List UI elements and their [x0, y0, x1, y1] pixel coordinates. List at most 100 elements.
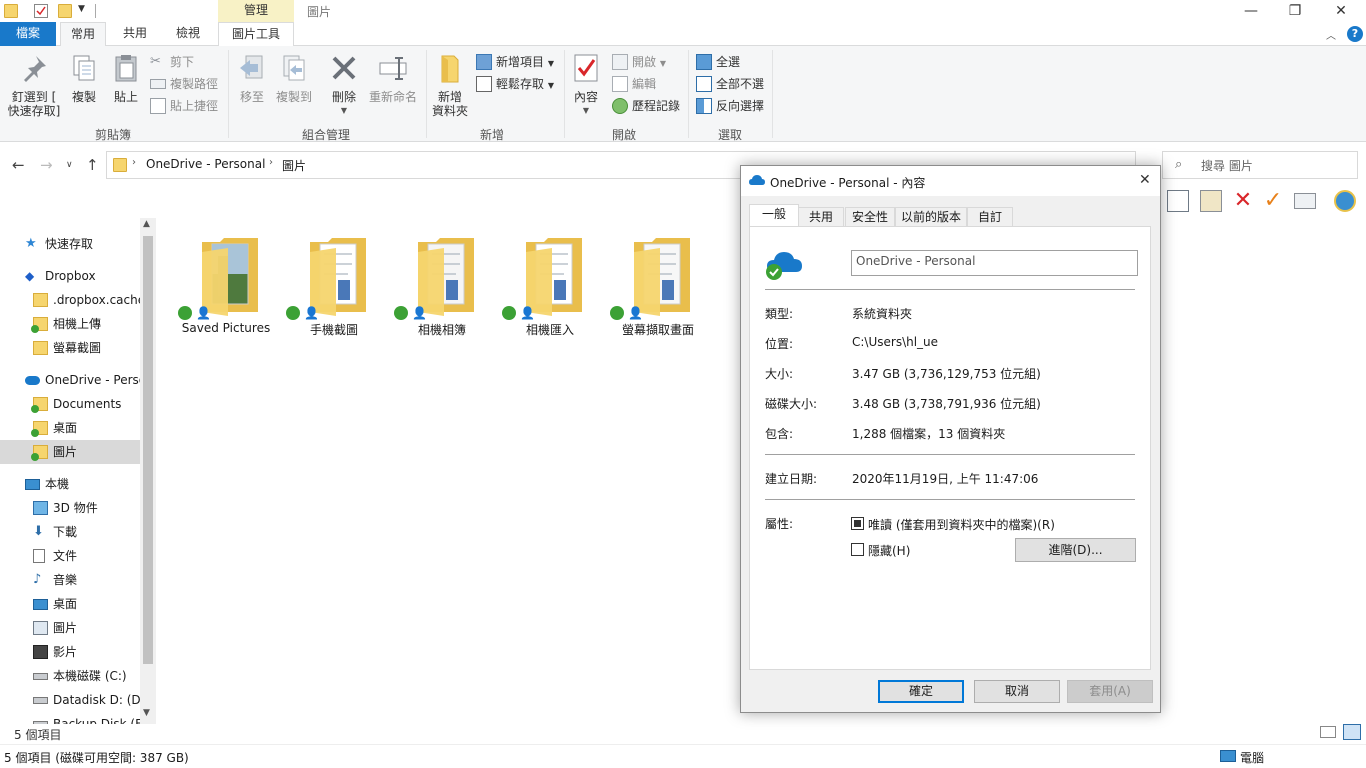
- nav-item-6[interactable]: Documents: [0, 392, 140, 416]
- easy-access-button[interactable]: 輕鬆存取 ▼: [476, 74, 554, 94]
- dialog-tab-customize[interactable]: 自訂: [967, 207, 1013, 227]
- new-item-button[interactable]: 新增項目 ▼: [476, 52, 554, 72]
- delete-toolbar-icon[interactable]: ✕: [1232, 190, 1254, 212]
- folder-name-field[interactable]: OneDrive - Personal: [851, 250, 1138, 276]
- properties-dropdown-icon: ▼: [582, 106, 590, 115]
- nav-item-label: Datadisk D: (D:: [53, 693, 140, 707]
- nav-item-label: 下載: [53, 525, 78, 539]
- edit-button[interactable]: 編輯: [612, 74, 656, 94]
- nav-item-label: 桌面: [53, 597, 78, 611]
- advanced-button[interactable]: 進階(D)...: [1015, 538, 1136, 562]
- folder-item[interactable]: 👤 相機相簿: [388, 232, 496, 338]
- search-box[interactable]: ⌕ 搜尋 圖片: [1162, 151, 1358, 179]
- dialog-separator: [765, 454, 1135, 455]
- dialog-tab-sharing[interactable]: 共用: [798, 207, 844, 227]
- collapse-ribbon-icon[interactable]: ︿: [1326, 27, 1336, 42]
- ok-button[interactable]: 確定: [878, 680, 964, 703]
- select-none-button[interactable]: 全部不選: [696, 74, 764, 94]
- tab-file[interactable]: 檔案: [0, 22, 56, 46]
- paste-toolbar-icon[interactable]: [1200, 190, 1222, 212]
- nav-item-16[interactable]: 影片: [0, 640, 140, 664]
- apply-button[interactable]: 套用(A): [1067, 680, 1153, 703]
- tab-view[interactable]: 檢視: [165, 22, 211, 46]
- move-to-button[interactable]: 移至: [234, 52, 270, 104]
- select-all-button[interactable]: 全選: [696, 52, 740, 72]
- nav-item-3[interactable]: 相機上傳: [0, 312, 140, 336]
- pin-quick-access-button[interactable]: 釘選到 [ 快速存取]: [6, 52, 62, 118]
- nav-item-18[interactable]: Datadisk D: (D:: [0, 688, 140, 712]
- minimize-button[interactable]: —: [1228, 0, 1274, 22]
- folder-item[interactable]: 👤 Saved Pictures: [172, 232, 280, 338]
- nav-item-17[interactable]: 本機磁碟 (C:): [0, 664, 140, 688]
- dialog-tab-previous-versions[interactable]: 以前的版本: [895, 207, 967, 227]
- readonly-checkbox[interactable]: [851, 517, 864, 530]
- breadcrumb-chevron-icon[interactable]: ›: [132, 157, 136, 168]
- nav-item-5[interactable]: OneDrive - Personal: [0, 368, 140, 392]
- nav-item-10[interactable]: 3D 物件: [0, 496, 140, 520]
- check-toolbar-icon[interactable]: ✓: [1262, 190, 1284, 212]
- copy-path-button[interactable]: 複製路徑: [150, 74, 218, 94]
- properties-button[interactable]: 內容 ▼: [570, 52, 602, 118]
- copy-to-button[interactable]: 複製到: [274, 52, 314, 104]
- open-button[interactable]: 開啟 ▼: [612, 52, 666, 72]
- hidden-checkbox[interactable]: [851, 543, 864, 556]
- ribbon-separator: [228, 50, 229, 138]
- folder-item[interactable]: 👤 螢幕擷取畫面: [604, 232, 712, 338]
- folder-item[interactable]: 👤 手機截圖: [280, 232, 388, 338]
- scroll-down-icon[interactable]: ▼: [143, 708, 150, 718]
- nav-item-2[interactable]: .dropbox.cache: [0, 288, 140, 312]
- copy-button[interactable]: 複製: [66, 52, 102, 104]
- nav-item-14[interactable]: 桌面: [0, 592, 140, 616]
- nav-item-9[interactable]: 本機: [0, 472, 140, 496]
- back-icon[interactable]: ←: [12, 156, 25, 174]
- nav-item-13[interactable]: ♪ 音樂: [0, 568, 140, 592]
- nav-item-11[interactable]: ⬇ 下載: [0, 520, 140, 544]
- cancel-button[interactable]: 取消: [974, 680, 1060, 703]
- nav-item-15[interactable]: 圖片: [0, 616, 140, 640]
- dialog-tab-general[interactable]: 一般: [749, 204, 799, 227]
- nav-item-12[interactable]: 文件: [0, 544, 140, 568]
- large-icons-view-icon[interactable]: [1343, 724, 1361, 740]
- rename-button[interactable]: 重新命名: [366, 52, 420, 104]
- close-button[interactable]: ✕: [1318, 0, 1364, 22]
- paste-button[interactable]: 貼上: [108, 52, 144, 104]
- rename-toolbar-icon[interactable]: [1294, 193, 1316, 209]
- maximize-button[interactable]: ❐: [1272, 0, 1318, 22]
- tab-home[interactable]: 常用: [60, 22, 106, 47]
- nav-pane-scroll-thumb[interactable]: [143, 236, 153, 664]
- folder-icon[interactable]: [4, 4, 18, 18]
- history-button[interactable]: 歷程記錄: [612, 96, 680, 116]
- tab-picture-tools[interactable]: 圖片工具: [218, 22, 294, 46]
- properties-qat-icon[interactable]: [34, 4, 48, 18]
- help-icon[interactable]: ?: [1347, 26, 1363, 42]
- breadcrumb-pictures[interactable]: 圖片: [282, 157, 306, 174]
- copy-toolbar-icon[interactable]: [1167, 190, 1189, 212]
- delete-button[interactable]: 刪除 ▼: [328, 52, 360, 118]
- dialog-tab-security[interactable]: 安全性: [845, 207, 895, 227]
- dialog-title-bar[interactable]: OneDrive - Personal - 內容 ✕: [741, 166, 1160, 196]
- history-label: 歷程記錄: [632, 99, 681, 113]
- invert-selection-button[interactable]: 反向選擇: [696, 96, 764, 116]
- breadcrumb-onedrive[interactable]: OneDrive - Personal: [146, 157, 265, 171]
- qat-dropdown-icon[interactable]: ▼: [78, 4, 85, 14]
- nav-item-0[interactable]: ★ 快速存取: [0, 232, 140, 256]
- nav-item-1[interactable]: ◆ Dropbox: [0, 264, 140, 288]
- dialog-close-icon[interactable]: ✕: [1139, 172, 1151, 188]
- forward-icon[interactable]: →: [40, 156, 53, 174]
- recent-locations-icon[interactable]: ∨: [66, 160, 73, 170]
- nav-item-8[interactable]: 圖片: [0, 440, 140, 464]
- up-icon[interactable]: ↑: [86, 156, 99, 174]
- sync-status-icon: [610, 306, 624, 320]
- breadcrumb-chevron-icon[interactable]: ›: [269, 157, 273, 168]
- new-folder-button[interactable]: 新增 資料夾: [430, 52, 470, 118]
- cut-button[interactable]: ✂ 剪下: [150, 52, 194, 72]
- folder-item[interactable]: 👤 相機匯入: [496, 232, 604, 338]
- scroll-up-icon[interactable]: ▲: [143, 219, 150, 229]
- nav-item-4[interactable]: 螢幕截圖: [0, 336, 140, 360]
- globe-toolbar-icon[interactable]: [1334, 190, 1356, 212]
- tab-share[interactable]: 共用: [112, 22, 158, 46]
- paste-shortcut-button[interactable]: 貼上捷徑: [150, 96, 218, 116]
- nav-item-7[interactable]: 桌面: [0, 416, 140, 440]
- new-folder-qat-icon[interactable]: [58, 4, 72, 18]
- details-view-icon[interactable]: [1320, 726, 1336, 738]
